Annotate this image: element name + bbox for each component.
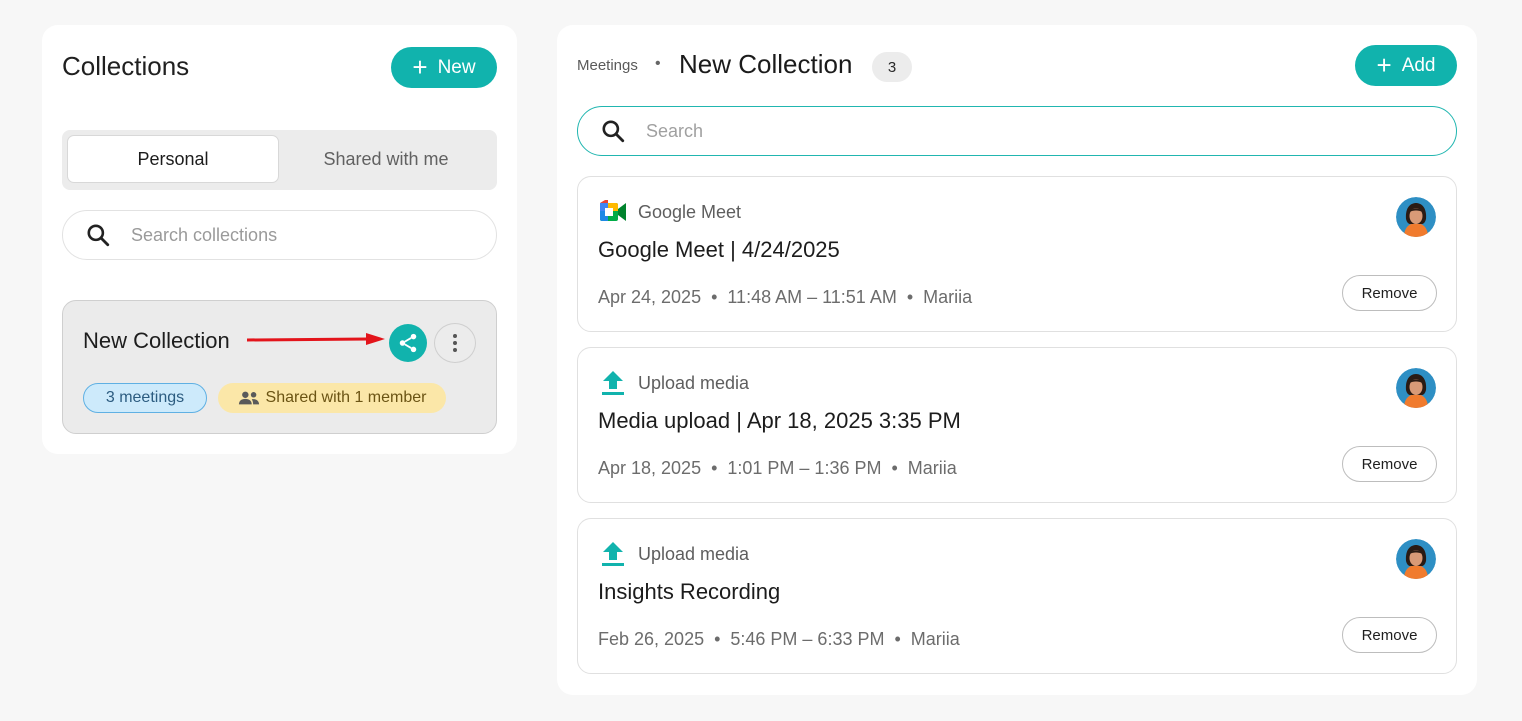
shared-badge-label: Shared with 1 member [265,389,427,406]
meeting-count-badge: 3 [872,52,912,82]
source-label: Upload media [638,373,750,393]
upload-icon [602,542,624,566]
remove-button[interactable]: Remove [1342,446,1437,482]
meeting-meta: Apr 24, 2025 • 11:48 AM – 11:51 AM • Mar… [598,287,973,307]
upload-icon [602,371,624,395]
meeting-title[interactable]: Media upload | Apr 18, 2025 3:35 PM [598,408,961,434]
plus-icon: + [412,51,428,82]
meeting-meta: Feb 26, 2025 • 5:46 PM – 6:33 PM • Marii… [598,629,960,649]
tab-personal[interactable]: Personal [67,135,279,183]
share-button[interactable] [389,324,427,362]
more-vertical-icon [453,334,457,352]
collection-name: New Collection [83,328,230,353]
remove-button[interactable]: Remove [1342,275,1437,311]
meeting-card[interactable]: Upload media Insights Recording Feb 26, … [577,518,1457,674]
collection-tabs: Personal Shared with me [62,130,497,190]
plus-icon: + [1376,49,1392,80]
collection-detail-panel: Meetings • New Collection 3 + Add Google… [557,25,1477,695]
avatar [1396,368,1436,408]
meeting-title[interactable]: Insights Recording [598,579,780,605]
search-icon [87,224,110,247]
google-meet-icon [600,200,626,221]
search-icon [602,120,625,143]
meetings-count-badge: 3 meetings [83,383,207,413]
share-icon [399,333,417,353]
breadcrumb[interactable]: Meetings [577,57,638,74]
meetings-search-input[interactable] [646,120,1426,142]
avatar [1396,539,1436,579]
group-icon [238,391,259,405]
add-meeting-button[interactable]: + Add [1355,45,1457,86]
new-button-label: New [437,56,476,78]
tab-shared-with-me[interactable]: Shared with me [280,135,492,183]
source-label: Upload media [638,544,750,564]
breadcrumb-separator: • [655,55,661,72]
avatar [1396,197,1436,237]
more-options-button[interactable] [434,323,476,363]
meeting-meta: Apr 18, 2025 • 1:01 PM – 1:36 PM • Marii… [598,458,957,478]
remove-button[interactable]: Remove [1342,617,1437,653]
shared-badge: Shared with 1 member [218,383,446,413]
meeting-card[interactable]: Upload media Media upload | Apr 18, 2025… [577,347,1457,503]
collections-title: Collections [62,51,190,81]
add-button-label: Add [1401,54,1436,76]
collections-panel: Collections + New Personal Shared with m… [42,25,517,454]
meeting-title[interactable]: Google Meet | 4/24/2025 [598,237,840,263]
collections-search-box [62,210,497,260]
new-collection-button[interactable]: + New [391,47,497,88]
page-title: New Collection [679,49,853,79]
source-label: Google Meet [638,202,742,222]
meeting-card[interactable]: Google Meet Google Meet | 4/24/2025 Apr … [577,176,1457,332]
meetings-search-box [577,106,1457,156]
collection-card[interactable]: New Collection 3 meetings Shared with 1 … [62,300,497,434]
collections-search-input[interactable] [131,224,451,246]
annotation-arrow [246,333,385,345]
